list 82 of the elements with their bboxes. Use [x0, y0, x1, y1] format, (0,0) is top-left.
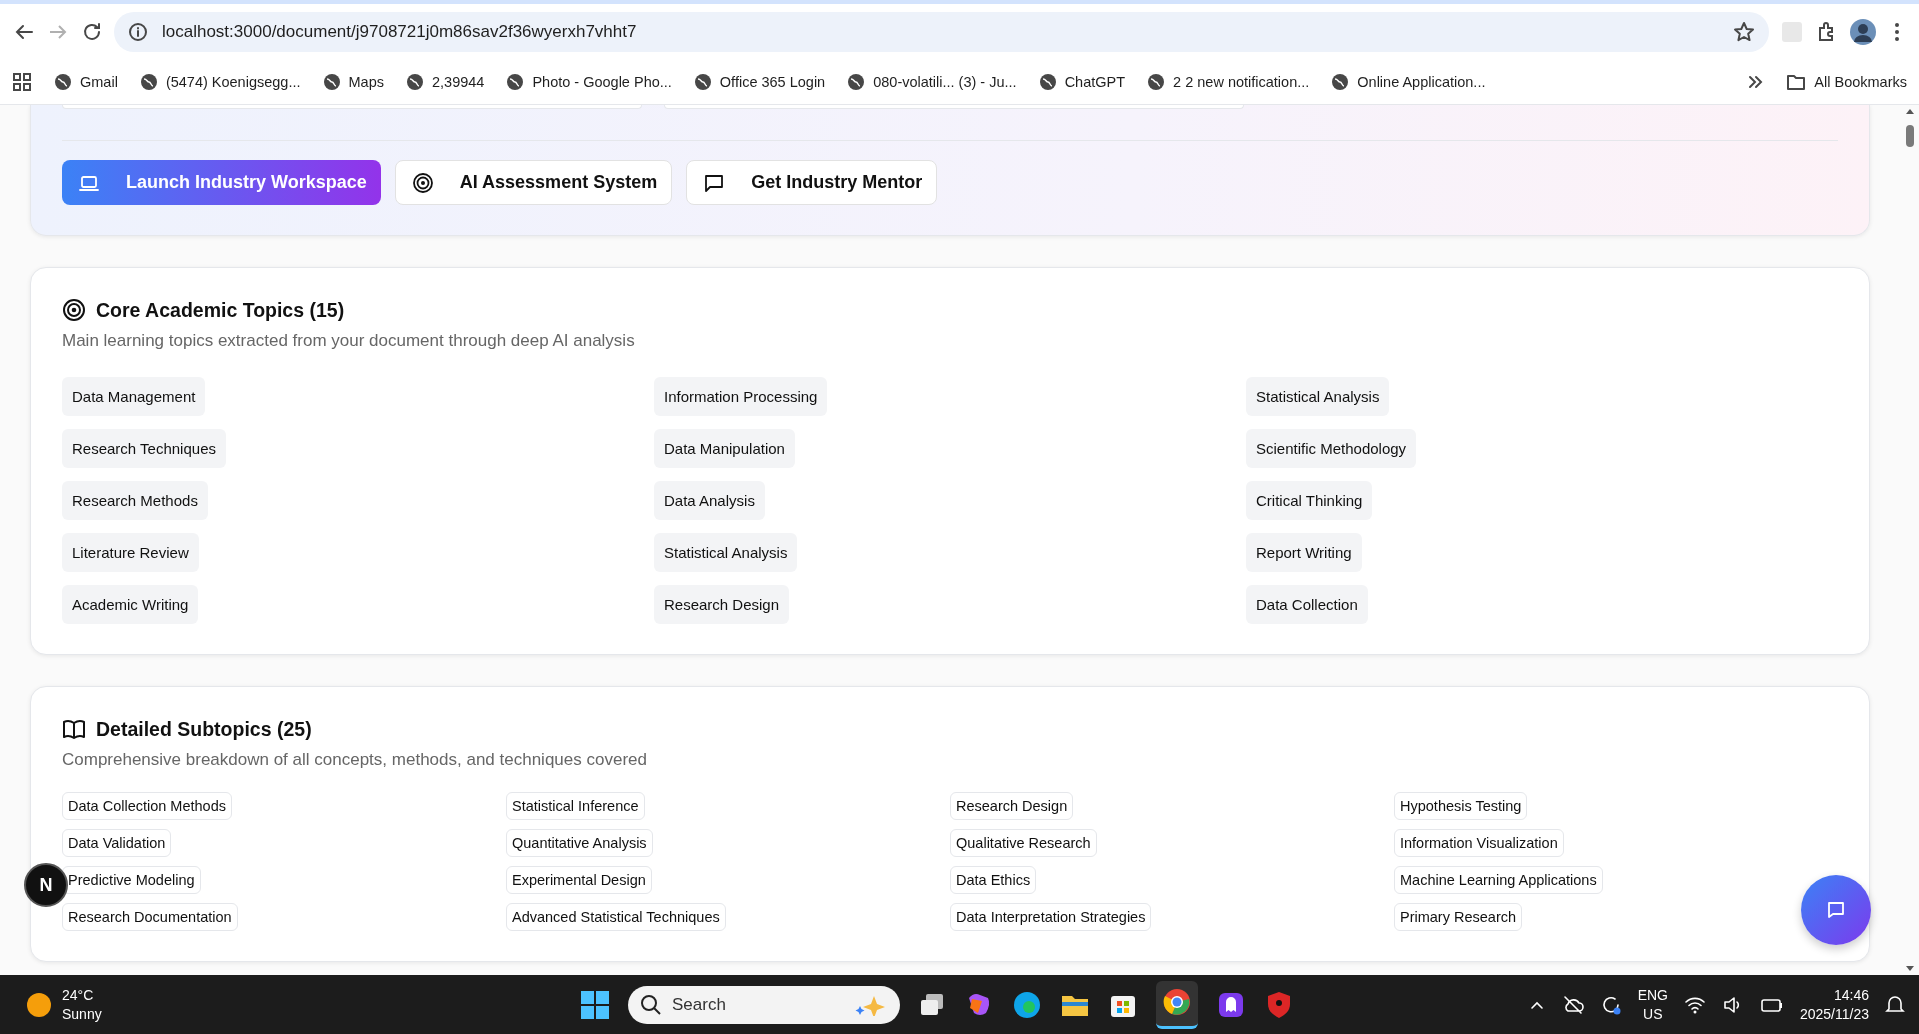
section-title: Core Academic Topics (15) — [96, 298, 345, 322]
subtopic-tag: Statistical Inference — [506, 792, 645, 820]
topic-tag: Research Methods — [62, 481, 208, 520]
topic-tag: Literature Review — [62, 533, 199, 572]
edge-icon[interactable] — [1012, 989, 1042, 1020]
clock-date[interactable]: 2025/11/23 — [1799, 1004, 1869, 1024]
search-field[interactable]: Search — [628, 985, 900, 1024]
globe-icon — [139, 73, 158, 91]
bookmark[interactable]: All Bookmarks — [1786, 73, 1907, 91]
sun-icon — [26, 991, 52, 1018]
cloud-off-icon[interactable] — [1561, 993, 1584, 1016]
section-description: Main learning topics extracted from your document through deep AI analysis — [62, 331, 636, 351]
bookmark[interactable]: Maps — [322, 73, 384, 91]
subtopic-tag: Quantitative Analysis — [506, 829, 653, 857]
input-language[interactable]: ENG — [1637, 985, 1668, 1005]
address-bar[interactable]: localhost:3000/document/j9708721j0m86sav2f36wyerxh7vhht7 — [114, 12, 1769, 52]
topic-tag: Scientific Methodology — [1246, 429, 1417, 468]
bookmark[interactable]: Gmail — [54, 73, 118, 91]
topic-tag: Critical Thinking — [1246, 481, 1373, 520]
chevron-icon[interactable] — [1746, 73, 1765, 91]
globe-icon — [322, 73, 341, 91]
topic-tag: Statistical Analysis — [654, 533, 798, 572]
globe-icon — [506, 73, 525, 91]
globe-icon — [1147, 73, 1166, 91]
topic-tag: Report Writing — [1246, 533, 1362, 572]
subtopic-tag: Data Collection Methods — [62, 792, 232, 820]
subtopic-tag: Qualitative Research — [950, 829, 1097, 857]
globe-icon — [1331, 73, 1350, 91]
windows-icon[interactable] — [580, 989, 610, 1020]
subtopic-tag: Hypothesis Testing — [1394, 792, 1528, 820]
subtopic-tag: Research Design — [950, 792, 1074, 820]
bookmark[interactable]: ChatGPT — [1038, 73, 1126, 91]
topic-tag: Data Collection — [1246, 585, 1368, 624]
bookmark[interactable]: 2 2 new notification... — [1147, 73, 1310, 91]
star-icon[interactable] — [1733, 21, 1755, 43]
subtopic-tag: Experimental Design — [506, 866, 652, 894]
topic-tag: Information Processing — [654, 377, 828, 416]
action-button[interactable]: Launch Industry Workspace — [62, 160, 381, 205]
topic-tag: Statistical Analysis — [1246, 377, 1390, 416]
globe-icon — [405, 73, 424, 91]
info-icon — [128, 22, 148, 42]
weather-condition: Sunny — [62, 1004, 102, 1024]
bookmark[interactable]: Online Application... — [1331, 73, 1486, 91]
bookmark[interactable]: Photo - Google Pho... — [506, 73, 672, 91]
target-icon — [62, 298, 86, 322]
input-region[interactable]: US — [1643, 1004, 1663, 1024]
bookmark[interactable]: (5474) Koenigsegg... — [139, 73, 301, 91]
search-icon — [640, 993, 662, 1016]
topic-tag: Research Techniques — [62, 429, 226, 468]
globe-icon — [1038, 73, 1057, 91]
action-button[interactable]: Get Industry Mentor — [686, 160, 938, 205]
temperature: 24°C — [62, 985, 95, 1005]
folder-icon — [1786, 73, 1807, 91]
section-title: Detailed Subtopics (25) — [96, 717, 312, 741]
subtopic-tag: Advanced Statistical Techniques — [506, 903, 726, 931]
topic-tag: Data Manipulation — [654, 429, 795, 468]
subtopic-tag: Research Documentation — [62, 903, 238, 931]
globe-icon — [54, 73, 72, 91]
clock-time[interactable]: 14:46 — [1833, 985, 1869, 1005]
subtopic-tag: Information Visualization — [1394, 829, 1564, 857]
subtopic-tag: Machine Learning Applications — [1394, 866, 1603, 894]
avatar-icon[interactable] — [1849, 18, 1877, 46]
subtopic-tag: Data Validation — [62, 829, 172, 857]
action-button[interactable]: AI Assessment System — [394, 160, 673, 205]
topic-tag: Academic Writing — [62, 585, 199, 624]
scrollbar-thumb[interactable] — [1905, 125, 1914, 147]
bookmark[interactable]: 080-volatili... (3) - Ju... — [847, 73, 1017, 91]
subtopic-tag: Data Ethics — [950, 866, 1037, 894]
topic-tag: Data Management — [62, 377, 206, 416]
browser-icon[interactable] — [1162, 986, 1192, 1017]
book-icon — [62, 717, 86, 741]
target-icon — [411, 171, 434, 194]
apps-icon[interactable] — [12, 72, 32, 92]
globe-icon — [693, 73, 712, 91]
subtopic-tag: Primary Research — [1394, 903, 1523, 931]
subtopic-tag: Data Interpretation Strategies — [950, 903, 1152, 931]
bookmark[interactable]: Office 365 Login — [693, 73, 826, 91]
section-description: Comprehensive breakdown of all concepts, methods, and techniques covered — [62, 750, 648, 770]
globe-icon — [847, 73, 866, 91]
topic-tag: Research Design — [654, 585, 790, 624]
bookmark[interactable]: 2,39944 — [405, 73, 485, 91]
topic-tag: Data Analysis — [654, 481, 765, 520]
